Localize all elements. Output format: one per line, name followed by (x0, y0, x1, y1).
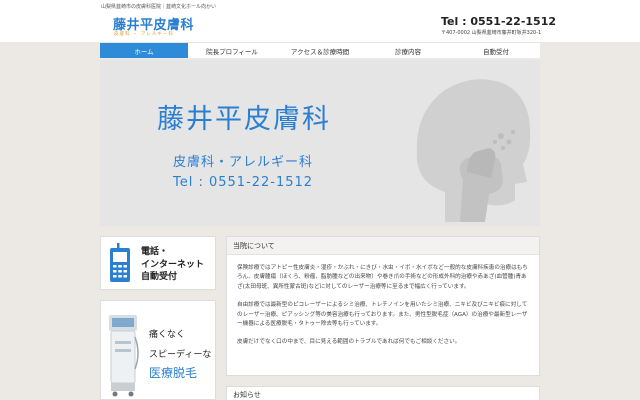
about-paragraph: 自由診療では最新型のピコレーザーによるシミ治療、トレチノインを用いたシミ治療、ニ… (237, 302, 528, 328)
about-section: 当院について 保険診療ではアトピー性皮膚炎・湿疹・かぶれ・にきび・水虫・イボ・水… (226, 236, 540, 376)
about-paragraph: 保険診療ではアトピー性皮膚炎・湿疹・かぶれ・にきび・水虫・イボ・水イボなど一般的… (237, 265, 528, 290)
news-heading: お知らせ (233, 391, 261, 399)
hair-removal-line-2: スピーディーな (149, 350, 212, 360)
about-paragraph: 皮膚だけでなく口の中まで、目に見える範囲のトラブルであれば何でもご相談ください。 (237, 339, 461, 346)
mobile-phone-icon (110, 243, 130, 282)
reception-banner-text: 電話・ インターネット 自動受付 (141, 246, 204, 284)
hero-title: 藤井平皮膚科 (157, 104, 331, 135)
reception-line-3: 自動受付 (141, 272, 178, 282)
hero-subtitle: 皮膚科・アレルギー科 (173, 155, 314, 170)
nav-item-access[interactable]: アクセス＆診療時間 (276, 43, 364, 58)
hair-removal-line-1: 痛くなく (149, 330, 186, 340)
hero-banner: 藤井平皮膚科 皮膚科・アレルギー科 Tel : 0551-22-1512 (100, 60, 540, 226)
reception-line-2: インターネット (141, 259, 205, 270)
nav-item-profile[interactable]: 院長プロフィール (188, 43, 276, 58)
header-address: 〒407-0002 山梨県韮崎市藤井町坂井320-1 (441, 30, 542, 36)
nav-item-home[interactable]: ホーム (100, 43, 188, 58)
about-body: 保険診療ではアトピー性皮膚炎・湿疹・かぶれ・にきび・水虫・イボ・水イボなど一般的… (227, 255, 539, 348)
header-phone[interactable]: Tel : 0551-22-1512 (441, 15, 556, 28)
site-logo-subtitle: 皮膚科 ・ アレルギー科 (114, 32, 174, 37)
hero-phone: Tel : 0551-22-1512 (173, 175, 314, 190)
site-header: 山梨県韮崎市の皮膚科医院｜韮崎文化ホール向かい 藤井平皮膚科 皮膚科 ・ アレル… (0, 0, 640, 42)
face-silhouette-icon (416, 79, 531, 222)
about-heading: 当院について (227, 237, 539, 255)
news-section: お知らせ (226, 386, 540, 400)
hair-removal-line-3: 医療脱毛 (149, 366, 198, 380)
laser-device-icon (109, 315, 139, 397)
reception-line-1: 電話・ (141, 247, 169, 257)
main-nav: ホーム 院長プロフィール アクセス＆診療時間 診療内容 自動受付 (100, 42, 540, 58)
nav-item-treatments[interactable]: 診療内容 (364, 43, 452, 58)
phone-internet-reception-banner[interactable]: 電話・ インターネット 自動受付 (100, 236, 216, 290)
site-tagline: 山梨県韮崎市の皮膚科医院｜韮崎文化ホール向かい (101, 4, 217, 10)
hair-removal-banner[interactable]: 痛くなく スピーディーな 医療脱毛 (100, 300, 216, 400)
nav-item-reception[interactable]: 自動受付 (452, 43, 540, 58)
